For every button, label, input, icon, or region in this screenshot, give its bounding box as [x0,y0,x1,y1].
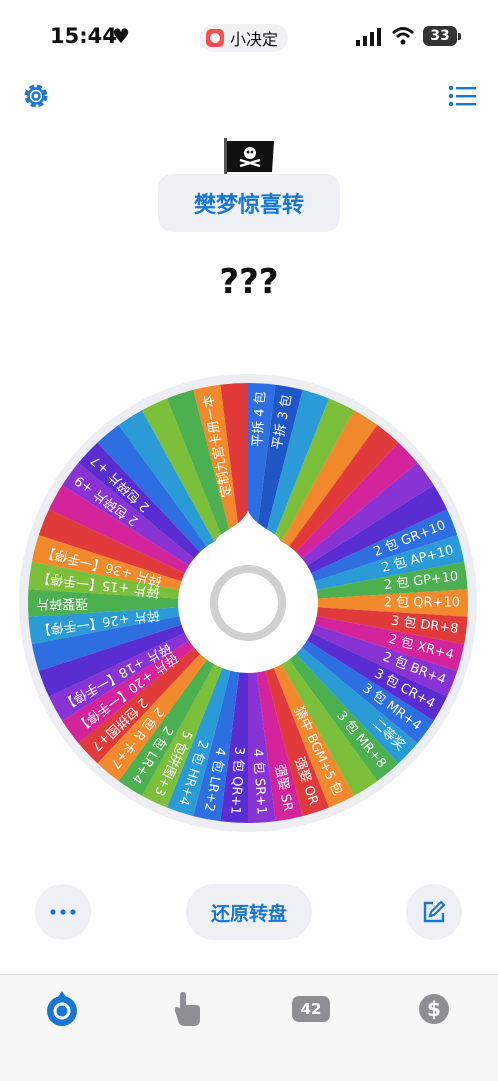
more-icon [50,909,76,915]
svg-text:$: $ [427,997,441,1021]
wifi-icon [392,27,414,45]
spin-result: ??? [219,262,279,302]
edit-icon [423,900,446,923]
tab-tap[interactable] [166,989,206,1029]
heart-icon: ♥ [112,24,130,48]
prize-wheel[interactable]: 平拆 4 包平拆 3 包2 包 GR+102 包 AP+102 包 GP+102… [18,373,478,833]
status-time: 15:44 [50,24,117,48]
tab-number[interactable]: 42 [291,989,331,1029]
settings-button[interactable] [18,78,54,114]
more-button[interactable] [35,884,91,940]
list-icon [448,85,476,107]
list-button[interactable] [444,80,480,112]
tab-coin[interactable]: $ [414,989,454,1029]
wheel-tab-icon [47,991,77,1026]
tab-wheel[interactable] [42,989,82,1029]
wheel-segment-label: 2 包 QR+10 [384,596,460,611]
wheel-title: 樊梦惊喜转 [193,193,304,218]
signal-icon [356,28,381,46]
gear-icon [24,84,48,108]
app-logo-icon [206,29,224,47]
dollar-coin-icon: $ [419,994,449,1024]
reset-wheel-button[interactable]: 还原转盘 [186,884,312,940]
hand-pointer-icon [174,992,200,1026]
tab-bar: 42 $ [0,974,498,1081]
battery-icon: 33 [423,26,461,46]
spin-hub[interactable] [178,533,318,673]
wheel-title-button[interactable]: 樊梦惊喜转 [158,174,340,232]
app-name: 小决定 [230,30,279,49]
edit-button[interactable] [406,884,462,940]
number-tab-badge: 42 [292,996,330,1022]
reset-wheel-label: 还原转盘 [210,902,287,925]
status-bar: 15:44 ♥ 小决定 33 [0,0,498,70]
app-indicator[interactable]: 小决定 [200,24,289,52]
wheel-segment-label: 强娶碎片 [36,596,88,611]
